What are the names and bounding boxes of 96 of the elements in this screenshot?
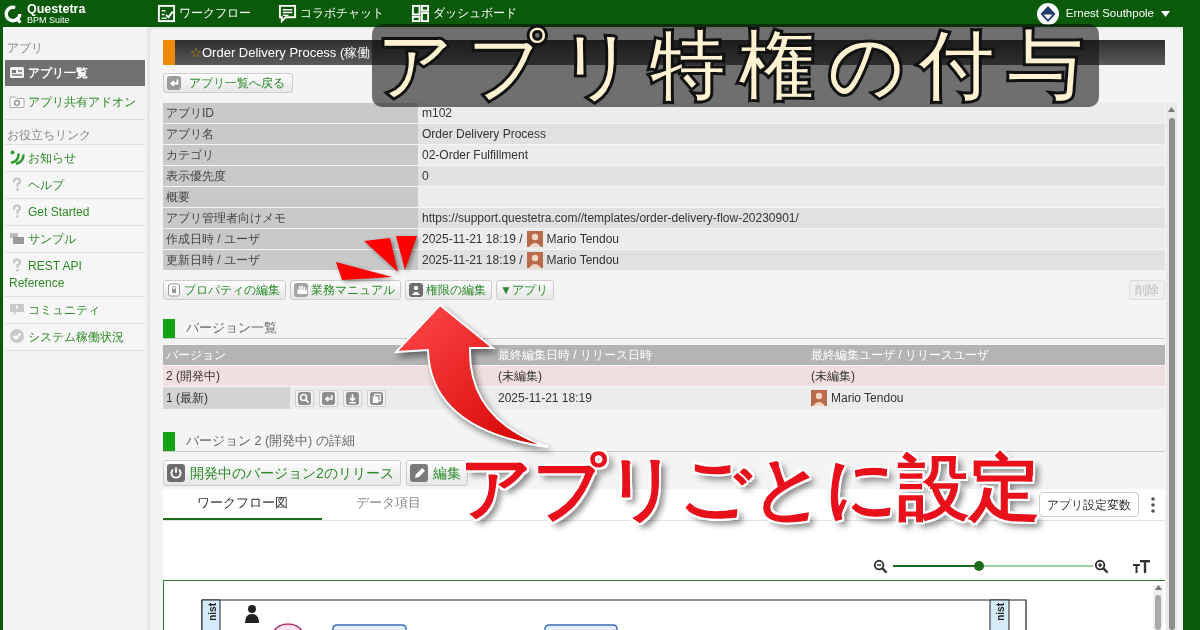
user-avatar-icon xyxy=(1036,2,1059,25)
avatar-icon xyxy=(526,252,543,268)
sidebar-link[interactable]: お知らせ xyxy=(5,144,145,172)
scrollbar-thumb[interactable] xyxy=(1155,595,1161,630)
editor-name: Mario Tendou xyxy=(831,390,904,407)
checklist-icon xyxy=(157,4,176,23)
property-label: 作成日時 / ユーザ xyxy=(163,229,418,249)
user-name: Mario Tendou xyxy=(546,252,620,269)
property-value: 0 xyxy=(418,166,1165,186)
pencil-icon xyxy=(409,464,428,482)
power-icon xyxy=(167,464,185,482)
property-label: 表示優先度 xyxy=(163,166,418,186)
lane-label: nist xyxy=(995,603,1006,621)
avatar-icon xyxy=(526,231,543,247)
edit-date: (未編集) xyxy=(497,368,543,385)
stacked-folders-icon xyxy=(9,230,25,246)
release-button[interactable]: 開発中のバージョン2のリリース xyxy=(163,460,401,486)
property-label: カテゴリ xyxy=(163,145,418,165)
section-heading: バージョン 2 (開発中) の詳細 xyxy=(186,433,355,451)
section-marker-icon xyxy=(163,319,175,338)
copy-icon xyxy=(370,391,383,405)
lane-header xyxy=(201,599,221,630)
lane-label: nist xyxy=(207,603,218,621)
return-button[interactable] xyxy=(319,389,338,407)
sidebar-link[interactable]: アプリ一覧 xyxy=(5,60,145,86)
grid-icon xyxy=(411,4,430,23)
download-icon xyxy=(346,391,359,405)
nav-link[interactable]: コラボチャット xyxy=(278,4,384,23)
back-button[interactable]: アプリ一覧へ戻る xyxy=(163,73,293,93)
more-menu-icon[interactable] xyxy=(1151,496,1155,513)
timestamp-text: 2025-11-21 18:19 / xyxy=(422,252,523,269)
zoom-slider[interactable] xyxy=(893,560,1093,572)
scroll-up-arrow-icon[interactable] xyxy=(1154,585,1162,590)
timestamp-text: 2025-11-21 18:19 / xyxy=(422,231,523,248)
menu-button[interactable]: ▼アプリ xyxy=(496,280,554,300)
download-button[interactable] xyxy=(343,389,362,407)
logo-wordmark: Questetra xyxy=(27,2,86,15)
property-value: https://support.questetra.com//templates/order-delivery-flow-20230901/ xyxy=(418,208,1165,228)
section-label: アプリ xyxy=(6,40,44,57)
copy-button[interactable] xyxy=(367,389,386,407)
person-icon xyxy=(245,605,259,623)
version-label: 2 (開発中) xyxy=(165,368,221,385)
action-button[interactable]: 業務マニュアル xyxy=(290,280,401,300)
chat-bubble-icon xyxy=(278,4,297,23)
column-header: 最終編集ユーザ / リリースユーザ xyxy=(810,347,990,364)
property-label: アプリID xyxy=(163,103,418,123)
settings-variables-button[interactable]: アプリ設定変数 xyxy=(1039,492,1139,517)
version-label: 1 (最新) xyxy=(163,387,290,409)
section-heading: バージョン一覧 xyxy=(186,320,277,338)
caret-icon xyxy=(1161,10,1170,17)
user-menu[interactable]: Ernest Southpole xyxy=(1036,2,1170,25)
search-icon xyxy=(298,391,311,405)
nav-link[interactable]: ワークフロー xyxy=(157,4,251,23)
column-header: バージョン xyxy=(165,347,227,364)
lane-header xyxy=(989,599,1010,630)
editor-name: (未編集) xyxy=(811,368,855,385)
return-arrow-icon xyxy=(322,391,335,405)
hand-icon xyxy=(294,283,308,297)
property-label: アプリ名 xyxy=(163,124,418,144)
title-accent-icon xyxy=(163,40,175,65)
return-arrow-icon xyxy=(167,76,181,90)
sidebar-link[interactable]: アプリ共有アドオン xyxy=(5,89,145,115)
action-button[interactable]: 権限の編集 xyxy=(405,280,492,300)
star-icon[interactable]: ☆ xyxy=(190,42,202,63)
zoom-out-icon[interactable] xyxy=(873,558,888,574)
tab[interactable]: データ項目 xyxy=(322,489,455,520)
scrollbar-thumb[interactable] xyxy=(1168,118,1175,630)
tab[interactable]: ワークフロー図 xyxy=(163,489,322,520)
signal-icon xyxy=(9,149,25,165)
document-icon xyxy=(167,283,181,297)
headline-overlay: アプリ特権の付与 xyxy=(372,24,1099,107)
scroll-up-arrow-icon[interactable] xyxy=(1168,107,1175,112)
property-label: 更新日時 / ユーザ xyxy=(163,250,418,270)
app-window-icon xyxy=(9,64,25,80)
user-name: Mario Tendou xyxy=(546,231,620,248)
search-button[interactable] xyxy=(295,389,314,407)
logo-icon xyxy=(3,3,23,24)
speech-bubble-icon xyxy=(9,301,25,317)
property-value: Order Delivery Process xyxy=(418,124,1165,144)
zoom-in-icon[interactable] xyxy=(1094,558,1109,574)
section-marker-icon xyxy=(163,432,175,451)
person-badge-icon xyxy=(409,283,423,297)
logo-tagline: BPM Suite xyxy=(27,14,70,25)
slider-thumb[interactable] xyxy=(974,561,984,571)
check-circle-icon xyxy=(9,328,25,344)
nav-link[interactable]: ダッシュボード xyxy=(411,4,517,23)
text-size-icon[interactable] xyxy=(1133,558,1150,574)
property-value: 02-Order Fulfillment xyxy=(418,145,1165,165)
property-label: アプリ管理者向けメモ xyxy=(163,208,418,228)
property-label: 概要 xyxy=(163,187,418,207)
edit-date: 2025-11-21 18:19 xyxy=(497,390,593,407)
folder-icon xyxy=(9,93,25,109)
column-header: 最終編集日時 / リリース日時 xyxy=(497,347,653,364)
action-button[interactable]: プロパティの編集 xyxy=(163,280,286,300)
property-value: m102 xyxy=(418,103,1165,123)
page-title: Order Delivery Process (稼働 xyxy=(202,43,371,62)
